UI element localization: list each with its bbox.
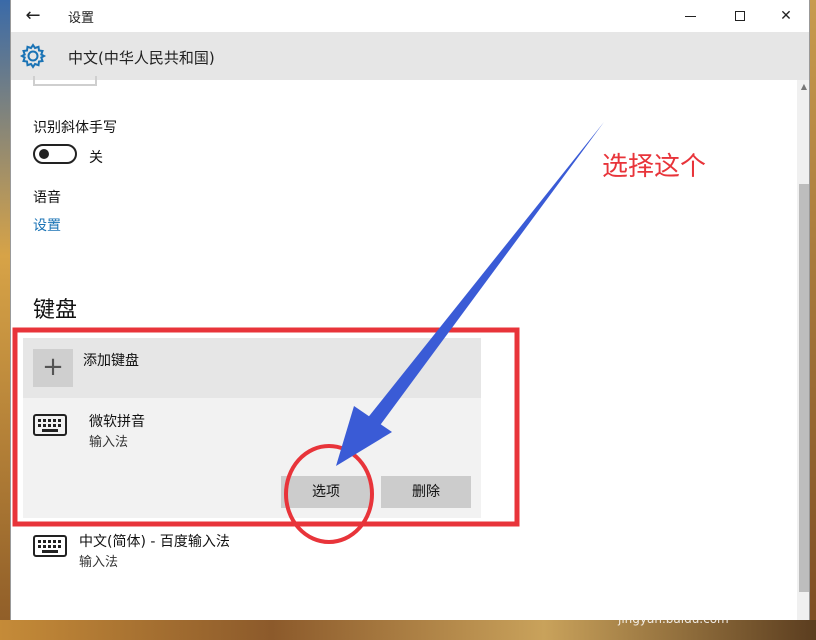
scroll-thumb[interactable] [799,184,809,592]
add-keyboard-row[interactable]: + 添加键盘 [23,338,481,398]
settings-window: ← 设置 ✕ 中文(中华人民共和国) 识别斜体手写 关 语音 设置 键盘 + 添… [10,0,810,620]
handwriting-toggle[interactable] [33,144,77,164]
maximize-icon [735,11,745,21]
add-keyboard-label: 添加键盘 [83,353,139,369]
handwriting-label: 识别斜体手写 [33,120,117,136]
keyboard-item-type: 输入法 [79,555,119,570]
options-button[interactable]: 选项 [281,476,371,508]
keyboard-heading: 键盘 [33,298,78,323]
scroll-up-icon[interactable]: ▲ [797,80,809,94]
scrollbar[interactable]: ▲ [797,80,809,620]
toggle-knob [39,149,49,159]
keyboard-icon [33,414,67,436]
keyboard-panel: + 添加键盘 微软拼音 输入法 选项 删除 [23,338,481,518]
maximize-button[interactable] [717,0,763,32]
speech-label: 语音 [33,190,61,206]
callout-text: 选择这个 [602,152,707,182]
toggle-state-label: 关 [89,150,103,166]
plus-icon: + [33,349,73,387]
keyboard-item-type: 输入法 [89,435,129,450]
page-header: 中文(中华人民共和国) [11,32,809,80]
keyboard-item-name: 微软拼音 [89,414,145,430]
back-button[interactable]: ← [21,4,45,28]
watermark-url: jingyan.baidu.com [618,612,729,626]
desktop-left-edge [0,0,10,640]
window-title: 设置 [68,11,95,26]
desktop-right-edge [810,0,816,640]
minimize-button[interactable] [667,0,713,32]
keyboard-item-name: 中文(简体) - 百度输入法 [79,534,230,550]
watermark: Baidu经验 jingyan.baidu.com [618,566,781,626]
keyboard-icon [33,535,67,557]
watermark-logo: Baidu经验 [618,574,782,609]
remove-button[interactable]: 删除 [381,476,471,508]
title-bar: ← 设置 ✕ [11,0,809,32]
close-button[interactable]: ✕ [763,0,809,32]
speech-settings-link[interactable]: 设置 [33,215,61,235]
minimize-icon [684,15,696,17]
gear-icon [19,43,47,69]
page-title: 中文(中华人民共和国) [68,49,215,67]
previous-control-edge [33,76,97,86]
